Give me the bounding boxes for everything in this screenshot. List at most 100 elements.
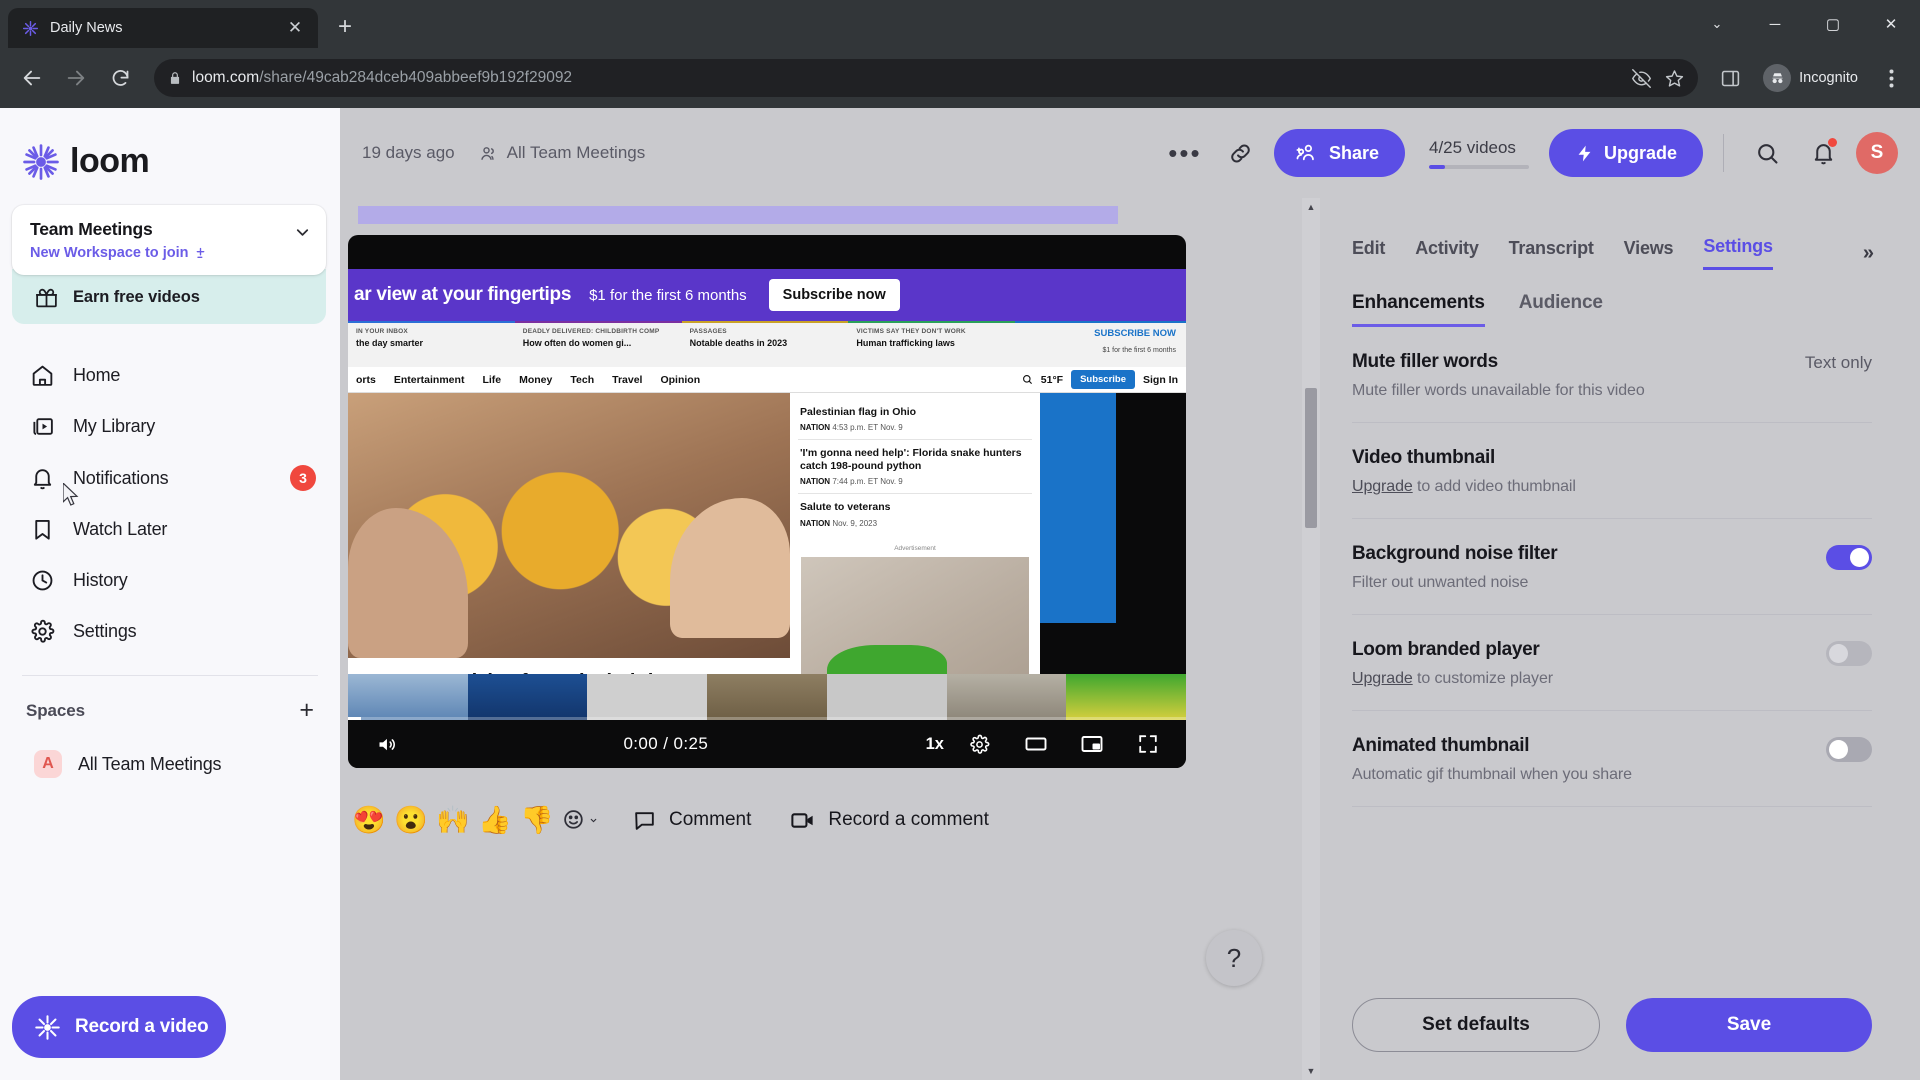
nav-link[interactable]: Money: [519, 374, 552, 386]
side-article[interactable]: Salute to veterans NATION Nov. 9, 2023: [798, 494, 1032, 534]
notifications-icon[interactable]: [1800, 130, 1846, 176]
set-defaults-button[interactable]: Set defaults: [1352, 998, 1600, 1052]
chevron-down-icon[interactable]: ⌄: [1688, 0, 1746, 48]
reaction-emoji[interactable]: 😍: [348, 804, 390, 836]
video-space-chip[interactable]: All Team Meetings: [479, 143, 646, 163]
plus-icon[interactable]: +: [299, 698, 314, 723]
subscribe-chip[interactable]: Subscribe: [1071, 370, 1135, 389]
workspace-sub[interactable]: New Workspace to join: [30, 245, 293, 261]
tab-views[interactable]: Views: [1624, 238, 1674, 269]
loom-logo[interactable]: loom: [0, 108, 340, 199]
nav-link[interactable]: Tech: [570, 374, 594, 386]
nav-link[interactable]: Life: [482, 374, 501, 386]
close-window-button[interactable]: ✕: [1862, 0, 1920, 48]
chevron-down-icon[interactable]: [293, 219, 312, 242]
comment-button[interactable]: Comment: [632, 808, 751, 833]
video-space-label: All Team Meetings: [506, 143, 646, 162]
kebab-menu-icon[interactable]: [1874, 58, 1908, 98]
subscribe-now-button[interactable]: Subscribe now: [768, 279, 900, 311]
maximize-button[interactable]: ▢: [1804, 0, 1862, 48]
reaction-emoji[interactable]: 👍: [474, 804, 516, 836]
nav-link[interactable]: Opinion: [660, 374, 700, 386]
upgrade-button[interactable]: Upgrade: [1548, 129, 1703, 177]
playback-speed-button[interactable]: 1x: [926, 735, 944, 754]
help-button[interactable]: ?: [1206, 930, 1262, 986]
animated-thumbnail-toggle[interactable]: [1826, 737, 1872, 762]
earn-free-videos-row[interactable]: Earn free videos: [12, 269, 326, 324]
side-article[interactable]: Palestinian flag in Ohio NATION 4:53 p.m…: [798, 399, 1032, 441]
theater-mode-icon[interactable]: [1016, 724, 1056, 764]
save-button[interactable]: Save: [1626, 998, 1872, 1052]
search-icon[interactable]: [1022, 374, 1033, 385]
upgrade-link[interactable]: Upgrade: [1352, 478, 1413, 495]
upgrade-link[interactable]: Upgrade: [1352, 670, 1413, 687]
link-icon[interactable]: [1218, 130, 1264, 176]
volume-icon[interactable]: [366, 724, 406, 764]
nav-link[interactable]: Travel: [612, 374, 642, 386]
chevron-double-right-icon[interactable]: »: [1863, 242, 1874, 265]
scrollbar-thumb[interactable]: [1305, 388, 1317, 528]
search-icon[interactable]: [1744, 130, 1790, 176]
nav-link[interactable]: orts: [356, 374, 376, 386]
video-player[interactable]: ar view at your fingertips $1 for the fi…: [348, 235, 1186, 768]
loom-branded-player-toggle[interactable]: [1826, 641, 1872, 666]
gear-icon[interactable]: [960, 724, 1000, 764]
timeline-thumbnails[interactable]: [348, 674, 1186, 720]
sidebar-item-settings[interactable]: Settings: [12, 606, 328, 657]
subtab-audience[interactable]: Audience: [1519, 292, 1603, 327]
record-a-video-button[interactable]: Record a video: [12, 996, 226, 1058]
sidebar-item-my-library[interactable]: My Library: [12, 401, 328, 452]
scroll-up-arrow[interactable]: ▲: [1302, 198, 1320, 216]
side-article[interactable]: 'I'm gonna need help': Florida snake hun…: [798, 440, 1032, 495]
avatar[interactable]: S: [1856, 132, 1898, 174]
reaction-emoji[interactable]: 👎: [516, 804, 558, 836]
sidebar-item-label: Settings: [73, 621, 137, 641]
tab-settings[interactable]: Settings: [1703, 236, 1773, 270]
scroll-down-arrow[interactable]: ▼: [1302, 1062, 1320, 1080]
sign-in-link[interactable]: Sign In: [1143, 374, 1178, 386]
more-horizontal-icon[interactable]: •••: [1162, 130, 1208, 176]
side-panel-icon[interactable]: [1712, 68, 1749, 89]
picture-in-picture-icon[interactable]: [1072, 724, 1112, 764]
forward-button[interactable]: [56, 58, 96, 98]
page-content: loom Team Meetings New Workspace to join: [0, 108, 1920, 1080]
workspace-selector[interactable]: Team Meetings New Workspace to join: [12, 205, 326, 275]
eye-off-icon[interactable]: [1632, 68, 1652, 88]
space-item-all-team-meetings[interactable]: A All Team Meetings: [12, 737, 328, 791]
sidebar-item-home[interactable]: Home: [12, 350, 328, 401]
sidebar-item-notifications[interactable]: Notifications 3: [12, 452, 328, 504]
loom-logo-text: loom: [70, 142, 150, 180]
reload-button[interactable]: [100, 58, 140, 98]
address-bar[interactable]: loom.com/share/49cab284dceb409abbeef9b19…: [154, 59, 1699, 97]
tab-activity[interactable]: Activity: [1415, 238, 1479, 269]
sidebar-item-label: Notifications: [73, 467, 169, 488]
browser-tab[interactable]: Daily News ✕: [8, 8, 318, 48]
profile-incognito[interactable]: Incognito: [1759, 60, 1870, 96]
add-reaction-icon[interactable]: [558, 808, 602, 833]
reaction-emoji[interactable]: 🙌: [432, 804, 474, 836]
share-button[interactable]: Share: [1273, 129, 1405, 177]
minimize-button[interactable]: ─: [1746, 0, 1804, 48]
promo-subscribe-title: SUBSCRIBE NOW: [1094, 328, 1176, 339]
setting-texts: Mute filler words Mute filler words unav…: [1352, 351, 1805, 400]
sidebar-item-watch-later[interactable]: Watch Later: [12, 504, 328, 555]
tab-transcript[interactable]: Transcript: [1509, 238, 1594, 269]
tab-edit[interactable]: Edit: [1352, 238, 1385, 269]
sidebar-item-history[interactable]: History: [12, 555, 328, 606]
nav-link[interactable]: Entertainment: [394, 374, 465, 386]
subtab-enhancements[interactable]: Enhancements: [1352, 292, 1485, 327]
promo-subscribe[interactable]: SUBSCRIBE NOW $1 for the first 6 months: [1015, 321, 1186, 367]
setting-subtitle: Upgrade to customize player: [1352, 670, 1826, 688]
new-tab-button[interactable]: +: [326, 8, 364, 46]
close-icon[interactable]: ✕: [284, 17, 306, 39]
side-article-meta: NATION 4:53 p.m. ET Nov. 9: [800, 423, 1030, 432]
promo-cell: DEADLY DELIVERED: CHILDBIRTH COMP How of…: [514, 321, 682, 367]
star-icon[interactable]: [1665, 69, 1684, 88]
back-button[interactable]: [12, 58, 52, 98]
notifications-badge: 3: [290, 465, 316, 491]
reaction-emoji[interactable]: 😮: [390, 804, 432, 836]
record-comment-button[interactable]: Record a comment: [789, 807, 989, 834]
background-noise-filter-toggle[interactable]: [1826, 545, 1872, 570]
fullscreen-icon[interactable]: [1128, 724, 1168, 764]
page-scrollbar[interactable]: ▲ ▼: [1302, 198, 1320, 1080]
